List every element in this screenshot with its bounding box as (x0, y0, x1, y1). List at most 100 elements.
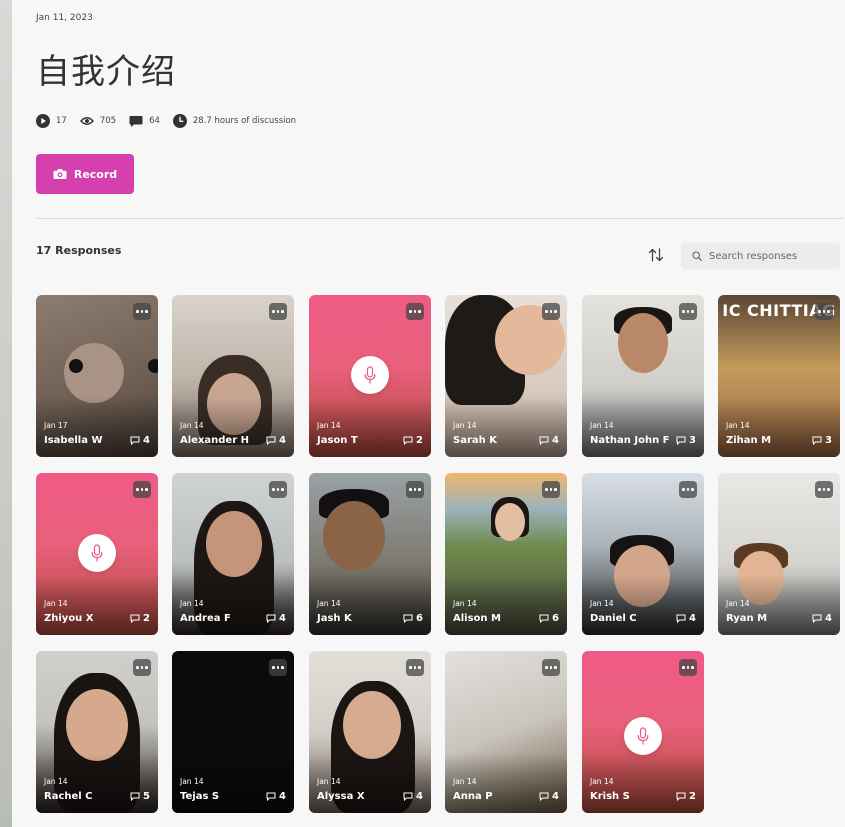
response-card[interactable]: Jan 14 Rachel C 5 (36, 651, 158, 813)
more-options-button[interactable] (269, 303, 287, 320)
camera-icon (53, 169, 67, 179)
more-options-button[interactable] (542, 659, 560, 676)
comment-outline-icon (266, 614, 276, 623)
response-author: Alison M (453, 613, 501, 624)
topic-date: Jan 11, 2023 (36, 13, 93, 23)
thumbnail-figure-face (66, 689, 128, 761)
response-date: Jan 14 (453, 599, 477, 608)
response-card[interactable]: Jan 14 Alison M 6 (445, 473, 567, 635)
response-author: Alyssa X (317, 791, 365, 802)
response-comment-count: 4 (539, 435, 559, 446)
more-options-button[interactable] (542, 481, 560, 498)
section-divider (36, 218, 844, 219)
comment-outline-icon (676, 792, 686, 801)
search-box[interactable] (681, 243, 840, 269)
response-card[interactable]: IC CHITTIAG Jan 14 Zihan M3 (718, 295, 840, 457)
response-date: Jan 14 (590, 599, 614, 608)
response-card[interactable]: Jan 14 Anna P 4 (445, 651, 567, 813)
response-card[interactable]: Jan 14 Jash K 6 (309, 473, 431, 635)
response-comment-count: 4 (676, 613, 696, 624)
comment-outline-icon (403, 436, 413, 445)
sort-icon[interactable] (648, 248, 664, 262)
more-options-button[interactable] (679, 659, 697, 676)
more-options-button[interactable] (406, 303, 424, 320)
more-options-button[interactable] (269, 481, 287, 498)
response-comment-count-value: 4 (143, 435, 150, 446)
response-comment-count: 4 (266, 791, 286, 802)
more-options-button[interactable] (269, 659, 287, 676)
response-author: Alexander H (180, 435, 249, 446)
response-date: Jan 14 (453, 777, 477, 786)
response-card[interactable]: Jan 14 Alexander H 4 (172, 295, 294, 457)
more-options-button[interactable] (133, 659, 151, 676)
response-author: Zihan M (726, 435, 772, 446)
response-comment-count-value: 4 (552, 791, 559, 802)
audio-mic-badge (78, 534, 116, 572)
stat-views-value: 705 (99, 116, 117, 126)
response-comment-count: 6 (403, 613, 423, 624)
search-input[interactable] (709, 250, 829, 262)
response-comment-count: 2 (403, 435, 423, 446)
more-options-button[interactable] (406, 659, 424, 676)
response-card[interactable]: Jan 14 Jason T 2 (309, 295, 431, 457)
search-icon (692, 251, 702, 261)
response-comment-count: 3 (676, 435, 696, 446)
response-comment-count-value: 4 (279, 613, 286, 624)
more-options-button[interactable] (406, 481, 424, 498)
response-date: Jan 14 (317, 421, 341, 430)
response-card[interactable]: Jan 14 Sarah K 4 (445, 295, 567, 457)
more-options-button[interactable] (133, 481, 151, 498)
response-author: Daniel C (590, 613, 637, 624)
record-button[interactable]: Record (36, 154, 134, 194)
response-comment-count: 4 (812, 613, 832, 624)
response-comment-count-value: 4 (416, 791, 423, 802)
response-author: Sarah K (453, 435, 497, 446)
response-author: Rachel C (44, 791, 93, 802)
response-author: Isabella W (44, 435, 103, 446)
response-comment-count-value: 6 (552, 613, 559, 624)
response-comment-count-value: 4 (689, 613, 696, 624)
eye-icon (79, 117, 94, 125)
comment-outline-icon (539, 792, 549, 801)
more-options-button[interactable] (815, 481, 833, 498)
response-comment-count-value: 2 (143, 613, 150, 624)
microphone-icon (91, 544, 103, 562)
play-circle-icon (36, 114, 50, 128)
response-comment-count: 2 (676, 791, 696, 802)
response-card[interactable]: Jan 14 Nathan John F 3 (582, 295, 704, 457)
response-card[interactable]: Jan 14 Andrea F 4 (172, 473, 294, 635)
response-author: Nathan John F (590, 435, 670, 446)
comment-outline-icon (676, 436, 686, 445)
comment-outline-icon (812, 436, 822, 445)
response-card[interactable]: Jan 14 Tejas S 4 (172, 651, 294, 813)
response-card[interactable]: Jan 14 Daniel C 4 (582, 473, 704, 635)
topic-stats: 17 705 64 28.7 hours of discussion (36, 113, 309, 129)
response-date: Jan 14 (180, 777, 204, 786)
stat-hours: 28.7 hours of discussion (172, 114, 296, 128)
response-author: Tejas S (180, 791, 220, 802)
more-options-button[interactable] (679, 303, 697, 320)
more-options-button[interactable] (133, 303, 151, 320)
thumbnail-figure-face (495, 503, 525, 541)
response-card[interactable]: Jan 14 Alyssa X 4 (309, 651, 431, 813)
more-options-button[interactable] (542, 303, 560, 320)
response-card[interactable]: Jan 17 Isabella W 4 (36, 295, 158, 457)
response-author: Andrea F (180, 613, 231, 624)
response-date: Jan 14 (317, 777, 341, 786)
audio-mic-badge (624, 717, 662, 755)
response-card[interactable]: Jan 14 Zhiyou X 2 (36, 473, 158, 635)
response-card[interactable]: Jan 14 Krish S 2 (582, 651, 704, 813)
stat-videos-value: 17 (56, 116, 67, 126)
more-options-button[interactable] (679, 481, 697, 498)
response-comment-count-value: 4 (552, 435, 559, 446)
response-author: Krish S (590, 791, 630, 802)
comment-outline-icon (130, 614, 140, 623)
response-comment-count: 3 (812, 435, 832, 446)
response-date: Jan 14 (590, 777, 614, 786)
response-comment-count-value: 4 (279, 791, 286, 802)
stat-comments-value: 64 (149, 116, 160, 126)
response-card[interactable]: Jan 14 Ryan M 4 (718, 473, 840, 635)
more-options-button[interactable] (815, 303, 833, 320)
response-comment-count-value: 3 (825, 435, 832, 446)
response-author: Zhiyou X (44, 613, 94, 624)
